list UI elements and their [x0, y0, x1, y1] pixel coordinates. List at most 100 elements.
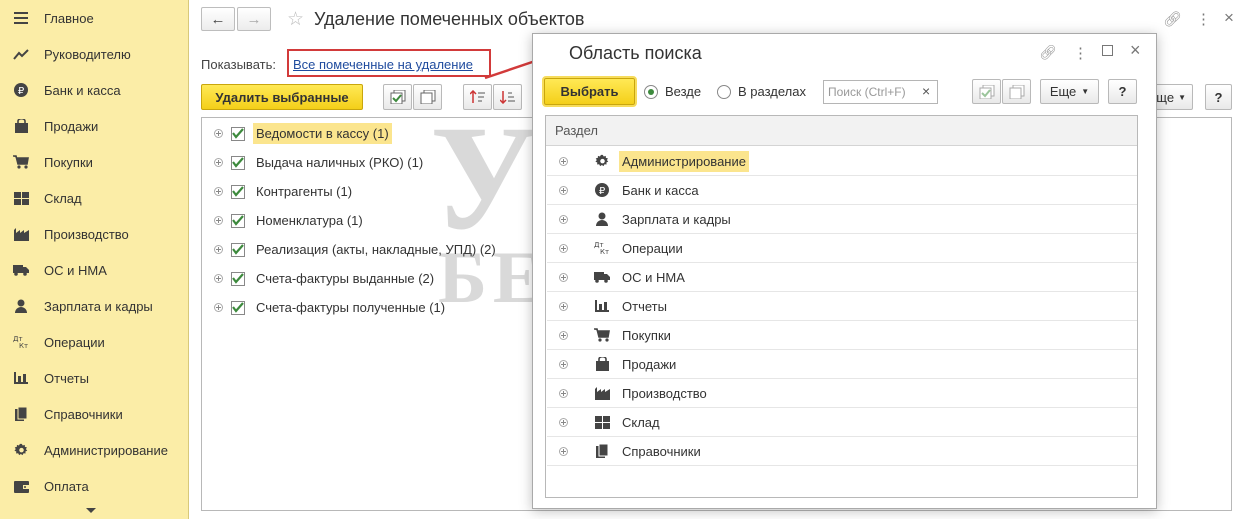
sidebar-item-sales[interactable]: Продажи — [0, 108, 188, 144]
sort-ascending-button[interactable] — [463, 84, 492, 110]
tree-row[interactable]: Ведомости в кассу (1) — [202, 119, 392, 148]
sidebar-item-payment[interactable]: Оплата — [0, 468, 188, 504]
more-vertical-icon[interactable]: ⋮ — [1073, 44, 1088, 62]
search-field[interactable]: Поиск (Ctrl+F) × — [823, 80, 938, 104]
sidebar-item-purchases[interactable]: Покупки — [0, 144, 188, 180]
sidebar-item-salary[interactable]: Зарплата и кадры — [0, 288, 188, 324]
row-checkbox[interactable] — [231, 300, 245, 315]
sidebar-item-references[interactable]: Справочники — [0, 396, 188, 432]
expand-icon[interactable] — [214, 187, 223, 196]
expand-icon[interactable] — [214, 274, 223, 283]
table-row[interactable]: Зарплата и кадры — [547, 205, 1137, 234]
row-checkbox[interactable] — [231, 213, 245, 228]
expand-icon[interactable] — [559, 330, 568, 340]
sidebar-item-admin[interactable]: Администрирование — [0, 432, 188, 468]
row-checkbox[interactable] — [231, 242, 245, 257]
expand-icon[interactable] — [559, 156, 568, 166]
expand-icon[interactable] — [559, 417, 568, 427]
table-row[interactable]: Администрирование — [547, 147, 1137, 176]
tree-row[interactable]: Реализация (акты, накладные, УПД) (2) — [202, 235, 499, 264]
link-icon[interactable]: 🔗︎ — [1163, 10, 1182, 28]
sidebar-item-assets[interactable]: ОС и НМА — [0, 252, 188, 288]
expand-icon[interactable] — [214, 129, 223, 138]
more-vertical-icon[interactable]: ⋮ — [1196, 10, 1211, 28]
expand-icon[interactable] — [559, 214, 568, 224]
check-all-button[interactable] — [383, 84, 412, 110]
row-checkbox[interactable] — [231, 126, 245, 141]
expand-icon[interactable] — [559, 359, 568, 369]
sidebar-item-reports[interactable]: Отчеты — [0, 360, 188, 396]
help-button[interactable]: ? — [1108, 79, 1137, 104]
tree-row[interactable]: Счета-фактуры выданные (2) — [202, 264, 437, 293]
tree-row[interactable]: Номенклатура (1) — [202, 206, 366, 235]
table-row[interactable]: ₽ Банк и касса — [547, 176, 1137, 205]
expand-icon[interactable] — [559, 243, 568, 253]
expand-icon[interactable] — [214, 216, 223, 225]
favorite-star-icon[interactable]: ☆ — [287, 8, 304, 31]
table-row[interactable]: Дт Кт Операции — [547, 234, 1137, 263]
forward-button[interactable]: → — [237, 7, 271, 31]
expand-icon[interactable] — [214, 303, 223, 312]
select-button[interactable]: Выбрать — [544, 78, 635, 105]
row-checkbox[interactable] — [231, 184, 245, 199]
table-row[interactable]: Склад — [547, 408, 1137, 437]
table-row[interactable]: Отчеты — [547, 292, 1137, 321]
table-header: Раздел — [546, 116, 1137, 146]
more-button[interactable]: ще ▼ — [1153, 84, 1193, 110]
chevron-down-icon: ▼ — [1178, 92, 1186, 102]
close-icon[interactable]: × — [1130, 40, 1141, 61]
show-label: Показывать: — [201, 57, 276, 72]
table-row[interactable]: Производство — [547, 379, 1137, 408]
back-button[interactable]: ← — [201, 7, 235, 31]
page-title: Удаление помеченных объектов — [314, 9, 585, 29]
tree-row-label: Выдача наличных (РКО) (1) — [256, 155, 424, 170]
table-row-label: Операции — [622, 240, 683, 256]
row-checkbox[interactable] — [231, 155, 245, 170]
sidebar-item-main[interactable]: Главное — [0, 0, 188, 36]
table-row[interactable]: ОС и НМА — [547, 263, 1137, 292]
tree-row[interactable]: Выдача наличных (РКО) (1) — [202, 148, 426, 177]
expand-icon[interactable] — [214, 158, 223, 167]
sort-asc-icon — [469, 90, 485, 103]
radio-sections[interactable]: В разделах — [717, 84, 806, 99]
radio-everywhere[interactable]: Везде — [644, 84, 701, 99]
delete-selected-button[interactable]: Удалить выбранные — [201, 84, 363, 110]
link-icon[interactable]: 🔗︎ — [1039, 44, 1057, 61]
expand-icon[interactable] — [559, 446, 568, 456]
expand-icon[interactable] — [559, 272, 568, 282]
show-filter-link[interactable]: Все помеченные на удаление — [293, 57, 473, 72]
expand-icon[interactable] — [559, 301, 568, 311]
svg-text:Кт: Кт — [19, 342, 28, 349]
tree-row[interactable]: Контрагенты (1) — [202, 177, 355, 206]
tree-row[interactable]: Счета-фактуры полученные (1) — [202, 293, 448, 322]
uncheck-all-button[interactable] — [413, 84, 442, 110]
sidebar-item-label: Склад — [44, 190, 82, 206]
help-button[interactable]: ? — [1205, 84, 1232, 110]
table-row[interactable]: Продажи — [547, 350, 1137, 379]
close-icon[interactable]: × — [1224, 8, 1234, 28]
sidebar-item-bank[interactable]: ₽ Банк и касса — [0, 72, 188, 108]
search-area-dialog: Область поиска 🔗︎ ⋮ × Выбрать Везде В ра… — [532, 33, 1157, 509]
sort-descending-button[interactable] — [493, 84, 522, 110]
sidebar: Главное Руководителю ₽ Банк и касса Прод… — [0, 0, 189, 519]
sidebar-item-manager[interactable]: Руководителю — [0, 36, 188, 72]
radio-sections-label: В разделах — [738, 84, 806, 99]
radio-everywhere-indicator[interactable] — [644, 84, 658, 99]
expand-icon[interactable] — [559, 388, 568, 398]
more-button[interactable]: Еще ▼ — [1040, 79, 1099, 104]
expand-icon[interactable] — [559, 185, 568, 195]
clear-search-icon[interactable]: × — [922, 83, 930, 99]
expand-icon[interactable] — [214, 245, 223, 254]
radio-sections-indicator[interactable] — [717, 84, 731, 99]
check-all-button[interactable] — [972, 79, 1001, 104]
table-row[interactable]: Покупки — [547, 321, 1137, 350]
maximize-icon[interactable] — [1102, 45, 1113, 56]
sidebar-item-warehouse[interactable]: Склад — [0, 180, 188, 216]
row-checkbox[interactable] — [231, 271, 245, 286]
table-row-label: Зарплата и кадры — [622, 211, 731, 227]
sidebar-scroll-down-icon[interactable] — [86, 508, 96, 513]
uncheck-all-button[interactable] — [1002, 79, 1031, 104]
table-row[interactable]: Справочники — [547, 437, 1137, 466]
sidebar-item-production[interactable]: Производство — [0, 216, 188, 252]
sidebar-item-operations[interactable]: Дт Кт Операции — [0, 324, 188, 360]
